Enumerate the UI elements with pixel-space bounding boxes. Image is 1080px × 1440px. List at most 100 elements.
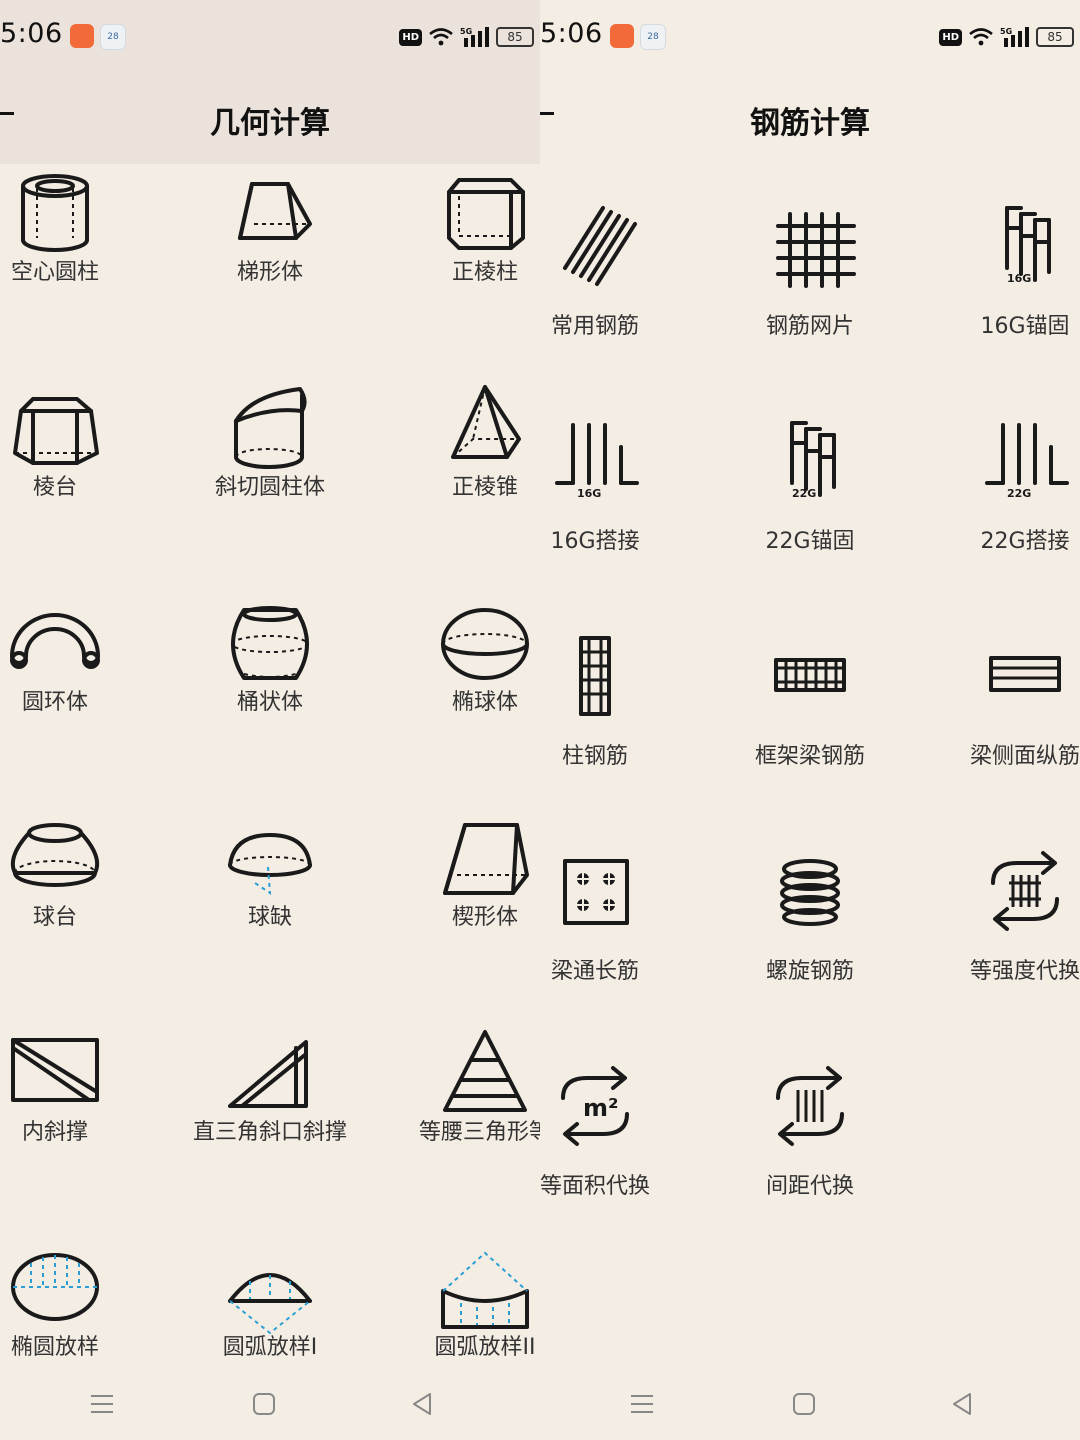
column-rebar-icon — [579, 636, 611, 716]
grid-item-label: 桶状体 — [236, 690, 303, 715]
system-icons: HD 5G 85 — [399, 26, 534, 48]
battery-icon: 85 — [496, 27, 534, 47]
grid-item-label: 椭球体 — [451, 690, 518, 715]
hd-icon: HD — [399, 28, 422, 46]
grid-item-label: 间距代换 — [765, 1174, 854, 1199]
grid-item-label: 梯形体 — [236, 260, 303, 285]
title-bar: 钢筋计算 — [540, 72, 1080, 164]
grid-item-label: 16G搭接 — [550, 529, 640, 554]
title-bar: 几何计算 — [0, 72, 540, 164]
grid-item-label: 球缺 — [247, 905, 292, 930]
grid-item-right-triangle-brace[interactable]: 直三角斜口斜撑 — [163, 968, 377, 1182]
signal-icon: 5G — [460, 27, 489, 47]
grid-item-label: 钢筋网片 — [765, 314, 854, 339]
grid-item-label: 圆弧放样II — [434, 1335, 536, 1360]
grid-item-ellipsoid[interactable]: 椭球体 — [378, 538, 540, 752]
back-icon[interactable] — [402, 1384, 442, 1424]
equal-area-swap-icon: m² — [561, 1066, 629, 1146]
grid-item-frame-beam-rebar[interactable]: 框架梁钢筋 — [703, 594, 917, 808]
grid-item-lap-16g[interactable]: 16G 16G搭接 — [540, 379, 702, 593]
grid-item-label: 正棱柱 — [451, 260, 518, 285]
grid-item-spherical-frustum[interactable]: 球台 — [0, 753, 162, 967]
grid-item-barrel[interactable]: 桶状体 — [163, 538, 377, 752]
oblique-cylinder-icon — [234, 387, 307, 469]
status-bar: 5:06 28 HD 5G 85 — [0, 0, 540, 72]
status-time: 5:06 — [0, 18, 63, 49]
menu-icon[interactable] — [82, 1384, 122, 1424]
grid-item-label: 柱钢筋 — [561, 744, 628, 769]
hollow-cylinder-icon — [21, 174, 89, 252]
rebar-icon — [563, 206, 637, 286]
grid-item-label: 楔形体 — [451, 905, 518, 930]
notification-app-icon — [70, 24, 94, 48]
wifi-icon — [969, 28, 993, 46]
home-icon[interactable] — [244, 1384, 284, 1424]
grid-item-isosceles-triangle[interactable]: 等腰三角形等 — [378, 968, 540, 1182]
grid-item-lap-22g[interactable]: 22G 22G搭接 — [918, 379, 1080, 593]
header: 5:06 28 HD 5G 85 钢筋计算 — [540, 0, 1080, 164]
grid-item-anchor-16g[interactable]: 16G 16G锚固 — [918, 164, 1080, 378]
equal-strength-swap-icon — [991, 851, 1059, 931]
grid-item-inner-brace[interactable]: 内斜撑 — [0, 968, 162, 1182]
lap-16g-icon: 16G — [555, 423, 639, 500]
calendar-app-icon: 28 — [640, 24, 666, 50]
back-icon[interactable] — [942, 1384, 982, 1424]
icon-tag: 16G — [577, 487, 601, 500]
spherical-frustum-icon — [10, 823, 100, 887]
grid-item-label: 等强度代换 — [969, 959, 1080, 984]
grid-item-column-rebar[interactable]: 柱钢筋 — [540, 594, 702, 808]
barrel-icon — [231, 606, 309, 680]
grid-item-rebar-mesh[interactable]: 钢筋网片 — [703, 164, 917, 378]
grid-item-label: 梁侧面纵筋 — [969, 744, 1080, 769]
arc-layout-2-icon — [441, 1251, 529, 1329]
pyramid-icon — [451, 385, 521, 459]
wedge-icon — [443, 823, 529, 895]
grid-item-label: 正棱锥 — [451, 475, 518, 500]
grid-item-oblique-cylinder[interactable]: 斜切圆柱体 — [163, 323, 377, 537]
grid-item-beam-through-rebar[interactable]: 梁通长筋 — [540, 809, 702, 1023]
grid-item-label: 常用钢筋 — [550, 314, 639, 339]
grid-item-label: 螺旋钢筋 — [765, 959, 854, 984]
isosceles-triangle-icon — [443, 1030, 527, 1112]
beam-through-rebar-icon — [563, 859, 629, 925]
ellipse-layout-icon — [11, 1253, 99, 1321]
grid-item-equal-area-swap[interactable]: m² 等面积代换 — [540, 1024, 702, 1238]
grid-item-label: 棱台 — [32, 475, 77, 500]
icon-tag: 16G — [1007, 272, 1031, 285]
svg-text:5G: 5G — [1000, 27, 1012, 36]
grid-item-label: 框架梁钢筋 — [754, 744, 865, 769]
rebar-mesh-icon — [776, 212, 856, 288]
icon-tag: 22G — [1007, 487, 1031, 500]
grid-item-frustum[interactable]: 棱台 — [0, 323, 162, 537]
icon-tag: 22G — [792, 487, 816, 500]
inner-brace-icon — [11, 1038, 99, 1102]
grid-item-spherical-cap[interactable]: 球缺 — [163, 753, 377, 967]
grid-item-equal-strength-swap[interactable]: 等强度代换 — [918, 809, 1080, 1023]
grid-item-pyramid[interactable]: 正棱锥 — [378, 323, 540, 537]
anchor-16g-icon: 16G — [1005, 206, 1051, 285]
trapezoid-solid-icon — [238, 182, 312, 240]
arc-layout-1-icon — [228, 1273, 312, 1335]
menu-icon[interactable] — [622, 1384, 662, 1424]
hd-icon: HD — [939, 28, 962, 46]
frame-beam-rebar-icon — [774, 658, 846, 692]
notification-app-icon — [610, 24, 634, 48]
spacing-swap-icon — [776, 1066, 844, 1146]
grid-item-torus[interactable]: 圆环体 — [0, 538, 162, 752]
frustum-icon — [13, 397, 99, 465]
beam-side-rebar-icon — [989, 656, 1061, 692]
grid-item-label: 球台 — [32, 905, 77, 930]
grid-item-beam-side-rebar[interactable]: 梁侧面纵筋 — [918, 594, 1080, 808]
right-triangle-brace-icon — [228, 1040, 308, 1108]
rebar-screen: 常用钢筋 钢筋网片 16G 16G锚固 16G 16G搭接 22G 22G锚固 22G 22G搭接… — [540, 0, 1080, 1440]
grid-item-wedge[interactable]: 楔形体 — [378, 753, 540, 967]
grid-item-spiral-rebar[interactable]: 螺旋钢筋 — [703, 809, 917, 1023]
home-icon[interactable] — [784, 1384, 824, 1424]
grid-item-spacing-swap[interactable]: 间距代换 — [703, 1024, 917, 1238]
grid-item-label: 斜切圆柱体 — [214, 475, 325, 500]
grid-item-anchor-22g[interactable]: 22G 22G锚固 — [703, 379, 917, 593]
system-icons: HD 5G 85 — [939, 26, 1074, 48]
torus-icon — [10, 613, 100, 669]
grid-item-label: 22G锚固 — [765, 529, 855, 554]
grid-item-rebar[interactable]: 常用钢筋 — [540, 164, 702, 378]
